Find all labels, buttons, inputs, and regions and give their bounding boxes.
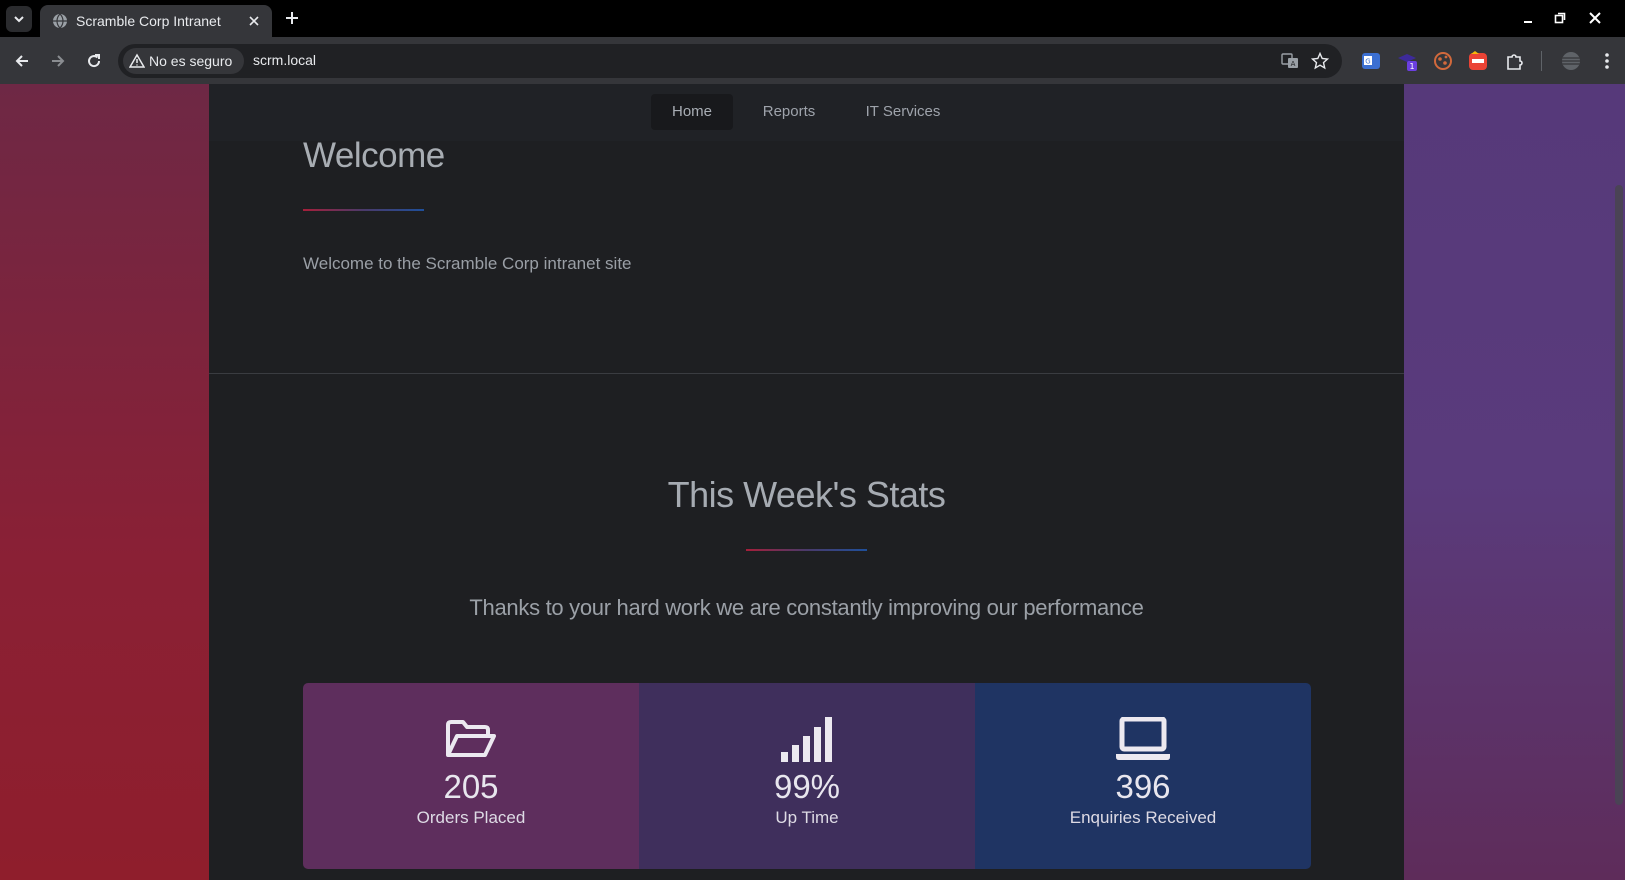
close-tab-button[interactable] [246, 13, 262, 29]
restore-icon [1554, 12, 1566, 24]
laptop-icon [1115, 716, 1171, 762]
address-bar[interactable]: No es seguro scrm.local A [118, 44, 1342, 78]
stat-card-uptime: 99% Up Time [639, 683, 975, 869]
new-tab-button[interactable] [282, 8, 302, 28]
stat-card-enquiries: 396 Enquiries Received [975, 683, 1311, 869]
svg-text:G: G [1365, 58, 1370, 66]
restore-button[interactable] [1550, 8, 1570, 28]
puzzle-icon[interactable] [1504, 50, 1526, 72]
signal-bars-icon [780, 716, 834, 762]
right-background-panel [1404, 84, 1625, 880]
arrow-left-icon [15, 55, 28, 67]
page-scrollbar[interactable] [1613, 84, 1625, 880]
more-options-icon[interactable] [1596, 50, 1618, 72]
stats-subtitle: Thanks to your hard work we are constant… [469, 595, 1144, 620]
svg-text:A: A [1291, 60, 1296, 68]
browser-tab[interactable]: Scramble Corp Intranet [40, 5, 272, 37]
minimize-button[interactable] [1518, 8, 1538, 28]
stat-label: Up Time [775, 808, 839, 827]
tab-title: Scramble Corp Intranet [76, 13, 221, 29]
browser-tab-strip: Scramble Corp Intranet [0, 0, 1625, 37]
star-icon [1311, 52, 1329, 70]
welcome-underline [303, 209, 424, 211]
chevron-down-icon [14, 16, 24, 23]
cookie-extension-icon[interactable] [1432, 50, 1454, 72]
minimize-icon [1524, 21, 1532, 23]
nav-home[interactable]: Home [651, 94, 733, 130]
translate-icon: A [1281, 53, 1298, 68]
tab-search-button[interactable] [6, 6, 32, 32]
security-label: No es seguro [149, 53, 233, 69]
scrollbar-thumb[interactable] [1615, 185, 1623, 805]
left-background-panel [0, 84, 209, 880]
graduation-cap-extension-icon[interactable]: 1 [1397, 50, 1419, 72]
site-navbar: Home Reports IT Services [209, 84, 1404, 141]
toolbar-separator [1541, 51, 1542, 71]
close-icon [1589, 12, 1601, 24]
stats-underline [746, 549, 867, 551]
main-content: Home Reports IT Services Welcome Welcome… [209, 84, 1404, 880]
close-window-button[interactable] [1585, 8, 1605, 28]
web-page: Home Reports IT Services Welcome Welcome… [0, 84, 1625, 880]
profile-avatar-icon[interactable] [1560, 50, 1582, 72]
stat-label: Enquiries Received [1069, 808, 1217, 827]
plus-icon [286, 12, 298, 24]
welcome-text: Welcome to the Scramble Corp intranet si… [303, 254, 632, 273]
svg-text:1: 1 [1409, 62, 1414, 71]
stat-value: 205 [443, 768, 499, 805]
warning-icon [129, 53, 145, 68]
globe-icon [53, 13, 67, 29]
translate-extension-icon[interactable]: G [1360, 50, 1382, 72]
url-text[interactable]: scrm.local [253, 52, 316, 68]
stat-value: 396 [1115, 768, 1171, 805]
section-divider [209, 373, 1404, 374]
close-icon [249, 16, 259, 26]
welcome-heading: Welcome [303, 136, 445, 175]
nav-reports[interactable]: Reports [747, 94, 831, 130]
forward-button[interactable] [46, 49, 70, 73]
translate-button[interactable]: A [1280, 51, 1300, 71]
stat-card-orders: 205 Orders Placed [303, 683, 639, 869]
reload-button[interactable] [82, 49, 106, 73]
stat-value: 99% [773, 768, 841, 805]
reload-icon [88, 54, 101, 68]
site-security-chip[interactable]: No es seguro [123, 48, 244, 74]
bookmark-button[interactable] [1310, 51, 1330, 71]
folder-open-icon [445, 716, 497, 762]
arrow-right-icon [52, 55, 65, 67]
block-extension-icon[interactable] [1467, 50, 1489, 72]
stat-label: Orders Placed [416, 808, 526, 827]
browser-toolbar: No es seguro scrm.local A G 1 [0, 37, 1625, 84]
nav-it-services[interactable]: IT Services [849, 94, 957, 130]
back-button[interactable] [10, 49, 34, 73]
stats-heading: This Week's Stats [667, 474, 946, 515]
